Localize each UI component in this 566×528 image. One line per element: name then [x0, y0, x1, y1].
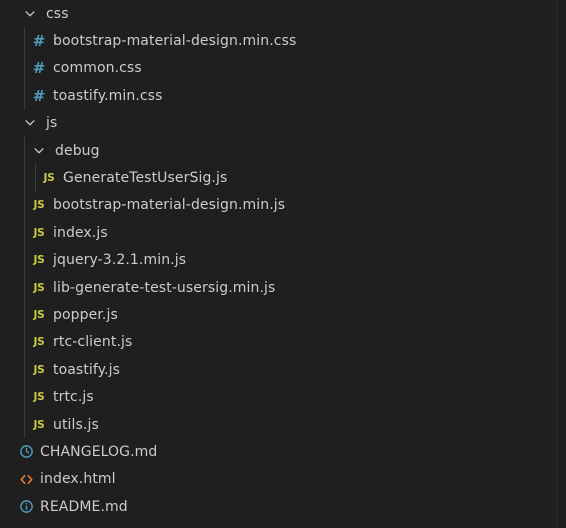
indent-guide	[24, 301, 25, 329]
css-file-icon: #	[32, 59, 46, 78]
file-index-html[interactable]: index.html	[0, 466, 557, 493]
file-bootstrap-material-design-min-css[interactable]: # bootstrap-material-design.min.css	[0, 27, 557, 55]
file-label: README.md	[40, 498, 128, 515]
info-icon	[18, 499, 34, 515]
css-file-icon: #	[32, 86, 46, 105]
js-file-icon: JS	[33, 199, 45, 212]
indent-guide	[24, 383, 25, 411]
indent-guide	[24, 164, 25, 192]
file-trtc-js[interactable]: JS trtc.js	[0, 383, 557, 411]
file-toastify-min-css[interactable]: # toastify.min.css	[0, 82, 557, 110]
chevron-down-icon	[22, 6, 38, 22]
file-rtc-client-js[interactable]: JS rtc-client.js	[0, 328, 557, 357]
js-file-icon: JS	[33, 254, 45, 267]
js-file-icon: JS	[33, 391, 45, 404]
js-file-icon: JS	[33, 336, 45, 349]
file-common-css[interactable]: # common.css	[0, 54, 557, 83]
file-label: toastify.min.css	[53, 87, 163, 104]
js-file-icon: JS	[43, 172, 55, 185]
file-label: toastify.js	[53, 361, 121, 378]
scrollbar[interactable]	[556, 0, 566, 528]
file-label: index.html	[40, 471, 116, 488]
file-label: common.css	[53, 60, 142, 77]
file-label: index.js	[53, 224, 108, 241]
chevron-down-icon	[22, 115, 38, 131]
file-changelog-md[interactable]: CHANGELOG.md	[0, 438, 557, 465]
folder-debug[interactable]: debug	[0, 136, 557, 165]
indent-guide	[24, 54, 25, 83]
indent-guide	[24, 82, 25, 110]
file-label: bootstrap-material-design.min.js	[53, 197, 286, 214]
file-bootstrap-material-design-min-js[interactable]: JS bootstrap-material-design.min.js	[0, 191, 557, 220]
indent-guide	[24, 356, 25, 384]
folder-label: css	[46, 5, 69, 22]
file-label: popper.js	[53, 306, 118, 323]
js-file-icon: JS	[33, 281, 45, 294]
chevron-down-icon	[31, 143, 47, 159]
file-jquery-min-js[interactable]: JS jquery-3.2.1.min.js	[0, 246, 557, 274]
folder-label: debug	[55, 142, 100, 159]
file-label: GenerateTestUserSig.js	[63, 170, 228, 187]
file-toastify-js[interactable]: JS toastify.js	[0, 356, 557, 384]
js-file-icon: JS	[33, 308, 45, 321]
css-file-icon: #	[32, 32, 46, 51]
indent-guide	[24, 273, 25, 302]
file-utils-js[interactable]: JS utils.js	[0, 410, 557, 439]
indent-guide	[24, 328, 25, 357]
js-file-icon: JS	[33, 363, 45, 376]
file-label: utils.js	[53, 416, 99, 433]
folder-label: js	[46, 115, 58, 132]
file-label: rtc-client.js	[53, 334, 133, 351]
indent-guide	[24, 219, 25, 247]
indent-guide	[24, 191, 25, 220]
indent-guide	[24, 136, 25, 165]
file-label: trtc.js	[53, 389, 94, 406]
file-generatetestusersig-js[interactable]: JS GenerateTestUserSig.js	[0, 164, 557, 192]
file-label: bootstrap-material-design.min.css	[53, 33, 297, 50]
file-label: jquery-3.2.1.min.js	[53, 252, 187, 269]
clock-icon	[18, 444, 34, 460]
indent-guide	[35, 164, 36, 192]
file-explorer-tree: css # bootstrap-material-design.min.css # co…	[0, 0, 557, 528]
indent-guide	[24, 410, 25, 439]
file-readme-md[interactable]: README.md	[0, 493, 557, 520]
file-lib-generate-test-usersig-min-js[interactable]: JS lib-generate-test-usersig.min.js	[0, 273, 557, 302]
indent-guide	[24, 27, 25, 55]
indent-guide	[24, 246, 25, 274]
file-label: lib-generate-test-usersig.min.js	[53, 279, 276, 296]
html-code-icon	[18, 471, 34, 487]
file-popper-js[interactable]: JS popper.js	[0, 301, 557, 329]
file-index-js[interactable]: JS index.js	[0, 219, 557, 247]
folder-js[interactable]: js	[0, 110, 557, 137]
js-file-icon: JS	[33, 418, 45, 431]
file-label: CHANGELOG.md	[40, 443, 158, 460]
folder-css[interactable]: css	[0, 0, 557, 27]
js-file-icon: JS	[33, 226, 45, 239]
